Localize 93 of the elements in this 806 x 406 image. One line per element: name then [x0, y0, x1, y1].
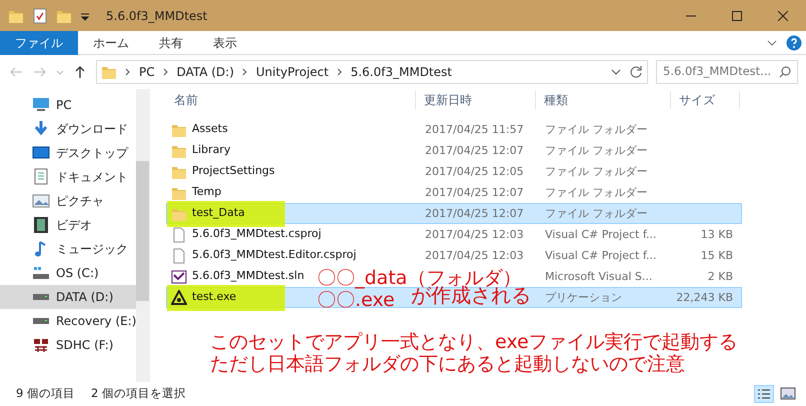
sidebar-item[interactable]: ミュージック: [0, 237, 136, 261]
date-cell-text: 2017/04/25 12:07: [424, 206, 525, 222]
date-cell-text: 2017/04/25 12:03: [424, 248, 525, 264]
sidebar-item[interactable]: PC: [0, 93, 136, 117]
details-view-icon[interactable]: [754, 385, 774, 403]
maximize-icon: [732, 10, 742, 20]
file-row[interactable]: ProjectSettings 2017/04/25 12:05 ファイル フォルダー: [166, 161, 742, 182]
sidebar-item[interactable]: DATA (D:): [0, 285, 136, 309]
sidebar-item[interactable]: ドキュメント: [0, 165, 136, 189]
minimize-icon: [686, 14, 696, 16]
image-icon: [32, 192, 50, 210]
address-segment[interactable]: PC: [139, 63, 155, 81]
date-cell-text: 2017/04/25 12:03: [424, 227, 525, 243]
type-cell-text: Microsoft Visual S...: [544, 269, 654, 285]
status-text: 9 個の項目: [16, 385, 75, 402]
dropdown-icon[interactable]: [80, 10, 90, 20]
file-row[interactable]: test_Data 2017/04/25 12:07 ファイル フォルダー: [166, 203, 742, 224]
type-cell-text: Visual C# Project f...: [544, 227, 658, 243]
ribbon-tab[interactable]: ホーム: [78, 30, 144, 54]
file-name: ProjectSettings: [192, 163, 275, 180]
window-title: 5.6.0f3_MMDtest: [106, 8, 208, 24]
search-field[interactable]: 5.6.0f3_MMDtest...: [656, 60, 798, 84]
dropdown-icon[interactable]: [611, 67, 621, 77]
folder-icon: [101, 64, 117, 80]
chevron-icon: [242, 68, 248, 76]
search-icon: [779, 66, 791, 78]
ribbon-tab[interactable]: 共有: [144, 30, 198, 54]
checklist-icon[interactable]: [32, 8, 48, 24]
file-row[interactable]: 5.6.0f3_MMDtest.csproj 2017/04/25 12:03 Visual C# Project f... 13 KB: [166, 224, 742, 245]
file-row[interactable]: 5.6.0f3_MMDtest.Editor.csproj 2017/04/25 12:03 Visual C# Project f... 15 KB: [166, 245, 742, 266]
column-header[interactable]: サイズ: [671, 91, 740, 109]
address-segment[interactable]: UnityProject: [256, 63, 329, 81]
chevron-icon: [162, 68, 169, 76]
date-cell-text: 2017/04/25 11:57: [424, 122, 525, 138]
address-segment[interactable]: DATA (D:): [176, 63, 234, 81]
drive-icon: [32, 264, 50, 282]
annotation-text: 〇〇.exe: [317, 289, 395, 310]
ribbon-tab[interactable]: ファイル: [0, 30, 78, 54]
sidebar-item[interactable]: デスクトップ: [0, 141, 136, 165]
computer-icon: [32, 96, 50, 114]
type-cell-text: ファイル フォルダー: [544, 206, 648, 222]
ribbon-tab[interactable]: 表示: [198, 30, 252, 54]
refresh-icon[interactable]: [629, 65, 643, 79]
sidebar-item[interactable]: ダウンロード: [0, 117, 136, 141]
film-icon: [32, 216, 50, 234]
file-name: Temp: [192, 184, 222, 200]
chevron-icon: [336, 68, 343, 76]
type-cell-text: プリケーション: [544, 290, 623, 306]
close-icon: [778, 10, 788, 20]
document-icon: [32, 168, 50, 186]
sidebar-item[interactable]: Recovery (E:): [0, 309, 136, 333]
type-cell-text: ファイル フォルダー: [544, 143, 648, 159]
file-row[interactable]: test.exe 〇〇.exe が作成される プリケーション 22,243 KB: [166, 287, 742, 308]
type-cell-text: ファイル フォルダー: [544, 185, 648, 201]
download-icon: [32, 120, 50, 138]
column-header[interactable]: 更新日時: [416, 91, 536, 109]
chevron-icon: [125, 68, 131, 76]
file-name: 5.6.0f3_MMDtest.sln: [192, 268, 304, 284]
file-row[interactable]: Temp 2017/04/25 12:07 ファイル フォルダー: [166, 182, 742, 203]
date-cell-text: 2017/04/25 12:07: [424, 185, 525, 201]
file-name: 5.6.0f3_MMDtest.csproj: [192, 226, 322, 242]
file-name: Library: [192, 142, 230, 158]
file-row[interactable]: Assets 2017/04/25 11:57 ファイル フォルダー: [166, 119, 742, 140]
file-row[interactable]: Library 2017/04/25 12:07 ファイル フォルダー: [166, 140, 742, 161]
drive-icon: [33, 294, 49, 300]
type-cell-text: ファイル フォルダー: [544, 164, 648, 180]
file-name: test_Data: [192, 205, 245, 222]
file-name: 5.6.0f3_MMDtest.Editor.csproj: [192, 247, 356, 264]
size-cell-text: 13 KB: [700, 227, 734, 243]
scrollbar[interactable]: [136, 89, 149, 382]
date-cell-text: 2017/04/25 12:07: [424, 143, 525, 159]
address-bar[interactable]: PC DATA (D:) UnityProject 5.6.0f3_MMDtest: [96, 60, 648, 84]
sidebar-item[interactable]: OS (C:): [0, 261, 136, 285]
annotation-text: このセットでアプリ一式となり、exeファイル実行で起動する: [210, 333, 738, 352]
size-cell-text: 22,243 KB: [675, 290, 734, 306]
column-header[interactable]: 名前: [166, 91, 416, 109]
status-text: 2 個の項目を選択: [90, 385, 186, 402]
column-header[interactable]: 種類: [536, 91, 671, 109]
file-name: Assets: [192, 121, 228, 138]
address-segment[interactable]: 5.6.0f3_MMDtest: [350, 63, 452, 81]
size-cell-text: 15 KB: [700, 248, 734, 264]
help-icon[interactable]: [786, 34, 802, 50]
file-name: test.exe: [192, 289, 236, 306]
drive-icon: [33, 318, 49, 324]
sidebar-item[interactable]: ピクチャ: [0, 189, 136, 213]
file-icon: [171, 248, 187, 264]
type-cell-text: Visual C# Project f...: [544, 248, 658, 264]
type-cell-text: ファイル フォルダー: [544, 122, 648, 138]
sidebar-item[interactable]: SDHC (F:): [0, 333, 136, 357]
size-cell-text: 2 KB: [706, 269, 734, 285]
annotation-text: ただし日本語フォルダの下にあると起動しないので注意: [210, 355, 685, 374]
date-cell-text: 2017/04/25 12:05: [424, 164, 525, 180]
sidebar-item[interactable]: ビデオ: [0, 213, 136, 237]
